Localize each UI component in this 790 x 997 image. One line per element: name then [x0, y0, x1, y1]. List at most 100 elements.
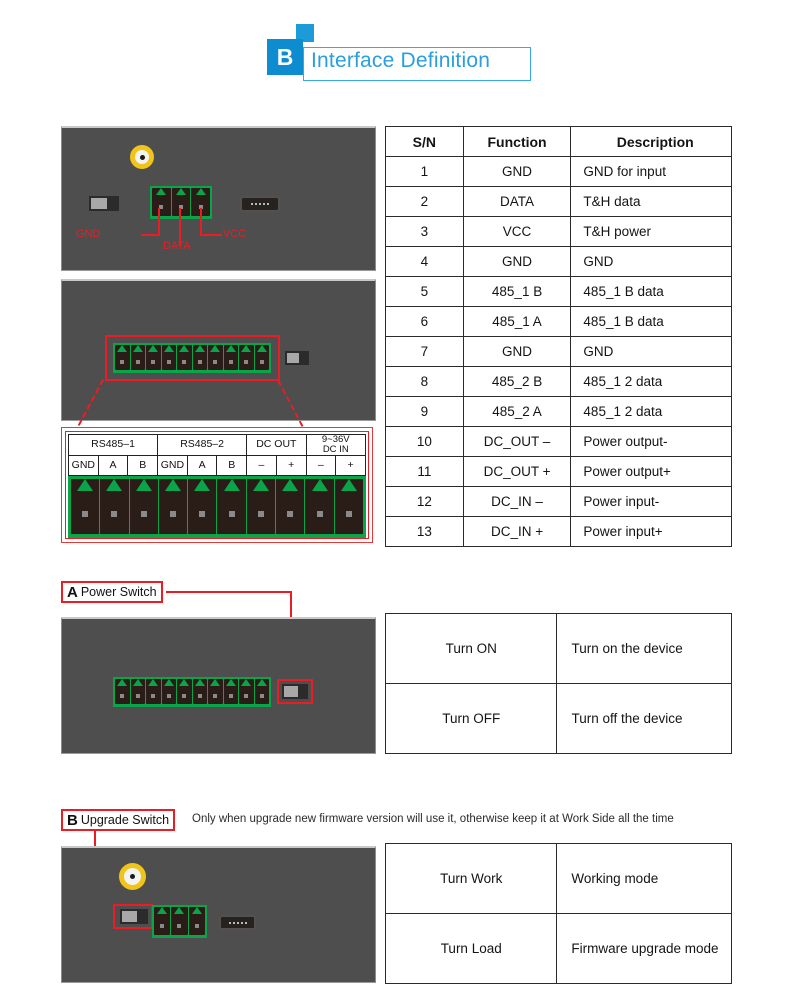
table-row: 8 485_2 B 485_1 2 data — [385, 366, 732, 397]
connector-pinout-diagram: RS485–1 RS485–2 DC OUT 9~36V DC IN GND A … — [61, 427, 373, 543]
cell-description: 485_1 2 data — [570, 396, 732, 427]
cell-description: T&H power — [570, 216, 732, 247]
cell-sn: 11 — [385, 456, 464, 487]
table-row: Turn Load Firmware upgrade mode — [384, 913, 732, 984]
header-badge-letter: B — [267, 39, 303, 75]
cell-description: 485_1 B data — [570, 306, 732, 337]
pinout-pin: B — [216, 454, 248, 476]
device-photo-terminal-side — [61, 279, 376, 421]
table-row: 7 GND GND — [385, 336, 732, 367]
mini-usb-port-icon — [240, 196, 280, 212]
cell-sn: 8 — [385, 366, 464, 397]
pinout-table: RS485–1 RS485–2 DC OUT 9~36V DC IN GND A … — [67, 434, 366, 476]
tag-power-switch: A Power Switch — [61, 581, 163, 603]
pinout-pin: B — [127, 454, 159, 476]
cell-function: 485_1 B — [462, 276, 572, 307]
cell-sn: 12 — [385, 486, 464, 517]
cell-sn: 7 — [385, 336, 464, 367]
power-switch-photo2 — [285, 351, 309, 365]
antenna-connector-icon-2 — [119, 863, 146, 890]
pinout-group-row: RS485–1 RS485–2 DC OUT 9~36V DC IN — [67, 434, 366, 456]
cell-description: Power output- — [570, 426, 732, 457]
page-title: Interface Definition — [311, 49, 491, 72]
table-row: 6 485_1 A 485_1 B data — [385, 306, 732, 337]
upgrade-switch-note: Only when upgrade new firmware version w… — [192, 813, 674, 825]
label-vcc: VCC — [223, 228, 247, 240]
cell-switch-description: Turn off the device — [556, 683, 732, 754]
table-row: 12 DC_IN – Power input- — [385, 486, 732, 517]
cell-description: T&H data — [570, 186, 732, 217]
tag-text-upgrade-switch: Upgrade Switch — [80, 813, 170, 827]
table-header-row: S/N Function Description — [385, 126, 732, 157]
device-photo-power-switch — [61, 617, 376, 754]
pinout-pin: GND — [68, 454, 99, 476]
upgrade-switch-photo1 — [89, 196, 119, 211]
table-row: 9 485_2 A 485_1 2 data — [385, 396, 732, 427]
cell-function: DC_OUT – — [462, 426, 572, 457]
cell-function: GND — [462, 336, 572, 367]
cell-switch-description: Turn on the device — [556, 613, 732, 684]
cell-function: DATA — [462, 186, 572, 217]
table-row: 3 VCC T&H power — [385, 216, 732, 247]
leader-line-vcc-h — [200, 234, 222, 236]
interface-definition-table: S/N Function Description 1 GND GND for inp… — [385, 126, 732, 547]
cell-function: DC_OUT + — [462, 456, 572, 487]
terminal-block-10pin-photo3 — [113, 677, 271, 707]
antenna-connector-icon — [130, 145, 154, 169]
dc-in-line2: DC IN — [322, 443, 349, 455]
cell-sn: 13 — [385, 516, 464, 547]
header-function: Function — [462, 126, 572, 157]
table-row: 11 DC_OUT + Power output+ — [385, 456, 732, 487]
leader-line-gnd-h — [141, 234, 160, 236]
tag-upgrade-switch: B Upgrade Switch — [61, 809, 176, 831]
pinout-group-rs485-2: RS485–2 — [157, 434, 248, 456]
cell-function: GND — [462, 156, 572, 187]
table-row: 13 DC_IN + Power input+ — [385, 516, 732, 547]
table-row: 5 485_1 B 485_1 B data — [385, 276, 732, 307]
header-sn: S/N — [385, 126, 464, 157]
pinout-pin: – — [305, 454, 337, 476]
table-row: Turn ON Turn on the device — [384, 613, 732, 684]
cell-description: GND for input — [570, 156, 732, 187]
pinout-group-dc-in: 9~36V DC IN — [305, 434, 366, 456]
device-photo-upgrade-switch — [61, 846, 376, 983]
cell-function: GND — [462, 246, 572, 277]
cell-sn: 2 — [385, 186, 464, 217]
pinout-pin: GND — [157, 454, 188, 476]
pinout-pin: A — [186, 454, 218, 476]
power-switch-callout-box — [277, 679, 313, 704]
cell-sn: 5 — [385, 276, 464, 307]
cell-function: DC_IN – — [462, 486, 572, 517]
cell-sn: 4 — [385, 246, 464, 277]
pinout-pin: + — [275, 454, 307, 476]
table-row: Turn Work Working mode — [384, 843, 732, 914]
table-row: 10 DC_OUT – Power output- — [385, 426, 732, 457]
cell-description: Power input- — [570, 486, 732, 517]
leader-line-vcc — [200, 208, 202, 236]
label-gnd: GND — [76, 228, 101, 240]
table-row: 2 DATA T&H data — [385, 186, 732, 217]
cell-sn: 1 — [385, 156, 464, 187]
pinout-pin: A — [97, 454, 129, 476]
cell-sn: 9 — [385, 396, 464, 427]
cell-switch-action: Turn ON — [384, 613, 558, 684]
pinout-pin: – — [246, 454, 277, 476]
pinout-group-rs485-1: RS485–1 — [67, 434, 159, 456]
device-photo-sensor-side: GND DATA VCC — [61, 126, 376, 271]
cell-sn: 3 — [385, 216, 464, 247]
header-description: Description — [570, 126, 732, 157]
cell-description: GND — [570, 246, 732, 277]
tag-text-power-switch: Power Switch — [80, 585, 157, 599]
cell-function: VCC — [462, 216, 572, 247]
cell-description: GND — [570, 336, 732, 367]
upgrade-switch-table: Turn Work Working mode Turn Load Firmwar… — [384, 843, 732, 984]
cell-description: 485_1 B data — [570, 276, 732, 307]
header-inner: B Interface Definition — [259, 24, 531, 82]
cell-upgrade-description: Working mode — [556, 843, 732, 914]
terminal-block-10pin-detail — [68, 475, 366, 538]
cell-upgrade-action: Turn Work — [384, 843, 558, 914]
leader-line-gnd — [158, 208, 160, 236]
upgrade-switch-callout-box — [113, 904, 153, 929]
table-row: 4 GND GND — [385, 246, 732, 277]
tag-letter-a: A — [67, 583, 78, 601]
